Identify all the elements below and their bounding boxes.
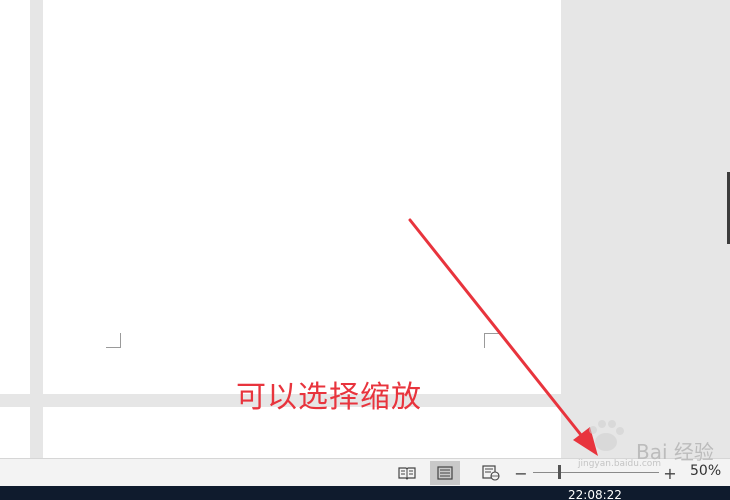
margin-corner-mark bbox=[106, 333, 121, 348]
page-lines-icon bbox=[437, 466, 453, 480]
read-mode-button[interactable] bbox=[392, 461, 422, 485]
zoom-out-button[interactable]: − bbox=[513, 461, 529, 485]
web-layout-button[interactable] bbox=[476, 461, 506, 485]
watermark-url: jingyan.baidu.com bbox=[578, 459, 662, 469]
annotation-text: 可以选择缩放 bbox=[236, 380, 422, 415]
page-left-bottom-partial bbox=[0, 407, 30, 458]
baidu-paw-watermark-icon bbox=[589, 420, 624, 451]
book-icon bbox=[398, 467, 416, 480]
taskbar-clock: 22:08:22 bbox=[568, 488, 622, 500]
page-left-partial bbox=[0, 0, 30, 394]
zoom-slider-thumb[interactable] bbox=[558, 465, 561, 479]
zoom-slider-track[interactable] bbox=[533, 472, 659, 473]
print-layout-button[interactable] bbox=[430, 461, 460, 485]
web-page-icon bbox=[482, 465, 500, 481]
page-main[interactable] bbox=[43, 0, 561, 394]
taskbar: 22:08:22 bbox=[0, 486, 730, 500]
zoom-level[interactable]: 50% bbox=[690, 463, 721, 479]
margin-corner-mark bbox=[484, 333, 499, 348]
